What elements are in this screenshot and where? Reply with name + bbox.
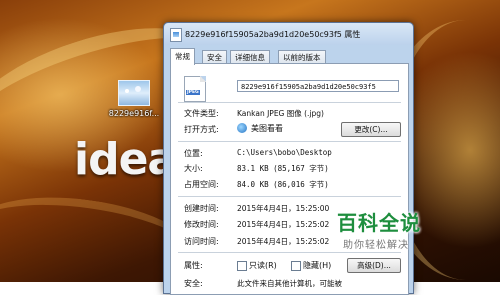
file-name-field[interactable]: 8229e916f15905a2ba9d1d20e50c93f5 (237, 80, 399, 92)
security-value: 此文件来自其他计算机，可能被 (237, 279, 342, 288)
attributes-label: 属性: (184, 261, 203, 270)
hidden-checkbox[interactable] (291, 261, 301, 271)
security-label: 安全: (184, 279, 203, 288)
modified-label: 修改时间: (184, 220, 219, 229)
readonly-checkbox[interactable] (237, 261, 247, 271)
accessed-value: 2015年4月4日，15:25:02 (237, 237, 330, 246)
created-label: 创建时间: (184, 204, 219, 213)
modified-value: 2015年4月4日，15:25:02 (237, 220, 330, 229)
window-titlebar[interactable]: 8229e916f15905a2ba9d1d20e50c93f5 属性 (164, 23, 413, 45)
tab-security[interactable]: 安全 (202, 50, 227, 64)
hidden-label: 隐藏(H) (303, 261, 332, 270)
watermark-subtitle: 助你轻松解决 (343, 240, 409, 251)
jpeg-icon-tag: JPEG (186, 90, 200, 95)
image-thumbnail-icon (118, 80, 150, 106)
window-title: 8229e916f15905a2ba9d1d20e50c93f5 属性 (185, 30, 361, 39)
open-with-label: 打开方式: (184, 125, 219, 134)
wallpaper-brand-text: idea (74, 134, 177, 185)
file-type-label: 文件类型: (184, 109, 219, 118)
location-value: C:\Users\bobo\Desktop (237, 148, 332, 157)
size-label: 大小: (184, 164, 203, 173)
desktop-file-label: 8229e916f... (108, 109, 160, 118)
divider (178, 102, 401, 103)
readonly-label: 只读(R) (249, 261, 277, 270)
tab-previous-versions[interactable]: 以前的版本 (278, 50, 326, 64)
open-with-value: 美图看看 (251, 124, 283, 133)
meitu-viewer-icon (237, 123, 247, 133)
watermark-title: 百科全说 (337, 211, 421, 235)
jpeg-file-icon: JPEG (184, 76, 206, 102)
disk-size-value: 84.0 KB (86,016 字节) (237, 180, 329, 189)
watermark: 百科全说 助你轻松解决 (330, 202, 490, 262)
divider (178, 141, 401, 142)
disk-size-label: 占用空间: (184, 180, 219, 189)
location-label: 位置: (184, 149, 203, 158)
desktop-file-icon[interactable]: 8229e916f... (106, 80, 162, 118)
created-value: 2015年4月4日，15:25:00 (237, 204, 330, 213)
tab-details[interactable]: 详细信息 (230, 50, 270, 64)
tab-general[interactable]: 常规 (170, 48, 195, 65)
accessed-label: 访问时间: (184, 237, 219, 246)
file-type-value: Kankan JPEG 图像 (.jpg) (237, 109, 324, 118)
size-value: 83.1 KB (85,167 字节) (237, 164, 329, 173)
image-file-icon (170, 28, 182, 42)
change-button[interactable]: 更改(C)... (341, 122, 401, 137)
divider (178, 196, 401, 197)
